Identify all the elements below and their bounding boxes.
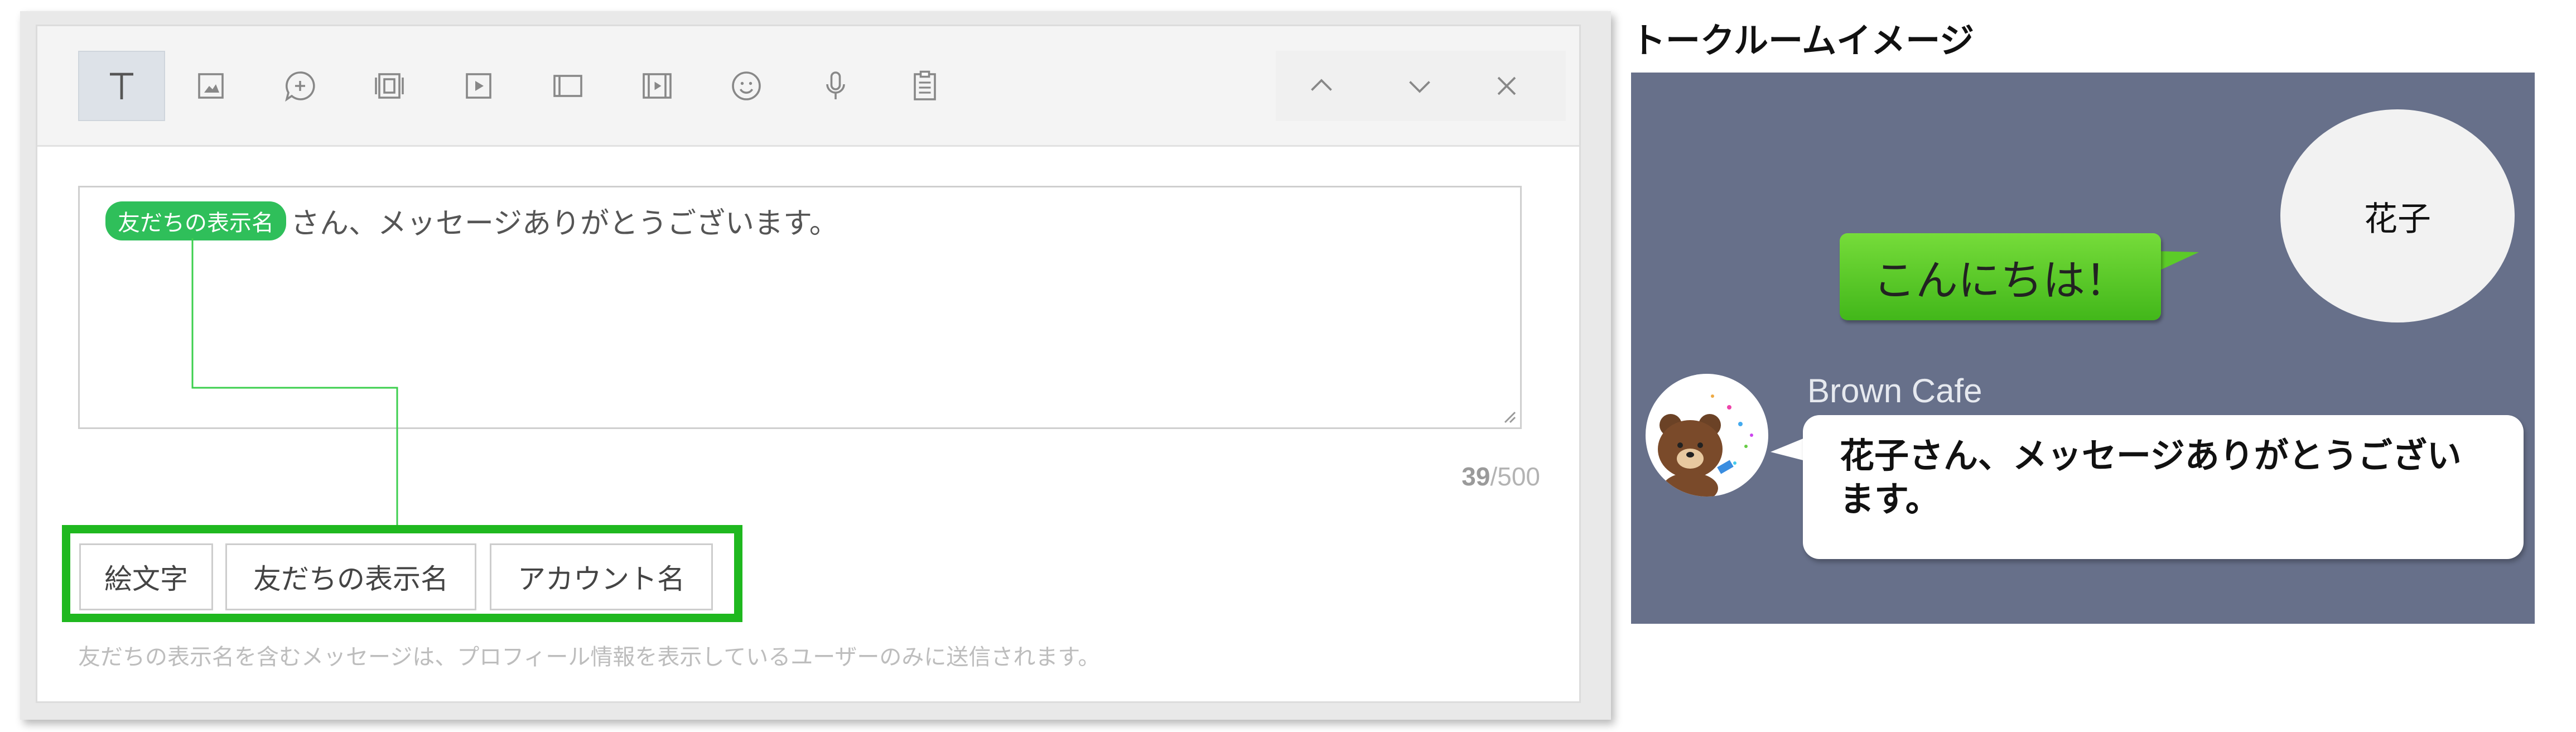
insert-account-name-button[interactable]: アカウント名	[490, 543, 713, 610]
bot-message-bubble: 花子さん、メッセージありがとうございます。	[1803, 415, 2524, 559]
bot-message-text: 花子さん、メッセージありがとうございます。	[1840, 435, 2462, 519]
insert-emoji-button[interactable]: 絵文字	[79, 543, 213, 610]
user-message-text: こんにちは！	[1873, 256, 2128, 305]
user-bubble-tail	[2155, 251, 2199, 272]
talk-room-preview: 花子 こんにちは！ Brown Cafe 花子さん、メッセージありがとうございま…	[1631, 73, 2535, 624]
preview-title: トークルームイメージ	[1631, 20, 1975, 61]
friend-name-note: 友だちの表示名を含むメッセージは、プロフィール情報を表示しているユーザーのみに送…	[78, 644, 1101, 670]
user-name: 花子	[2364, 199, 2431, 239]
message-editor: 友だちの表示名 さん、メッセージありがとうございます。 39/500 絵文字 友…	[36, 25, 1581, 703]
bot-account-name: Brown Cafe	[1807, 372, 1982, 410]
insert-friend-name-button[interactable]: 友だちの表示名	[225, 543, 476, 610]
user-message-bubble: こんにちは！	[1840, 233, 2161, 320]
bot-avatar	[1646, 374, 1768, 497]
user-avatar: 花子	[2280, 109, 2515, 322]
brown-bear-icon	[1658, 394, 1753, 497]
